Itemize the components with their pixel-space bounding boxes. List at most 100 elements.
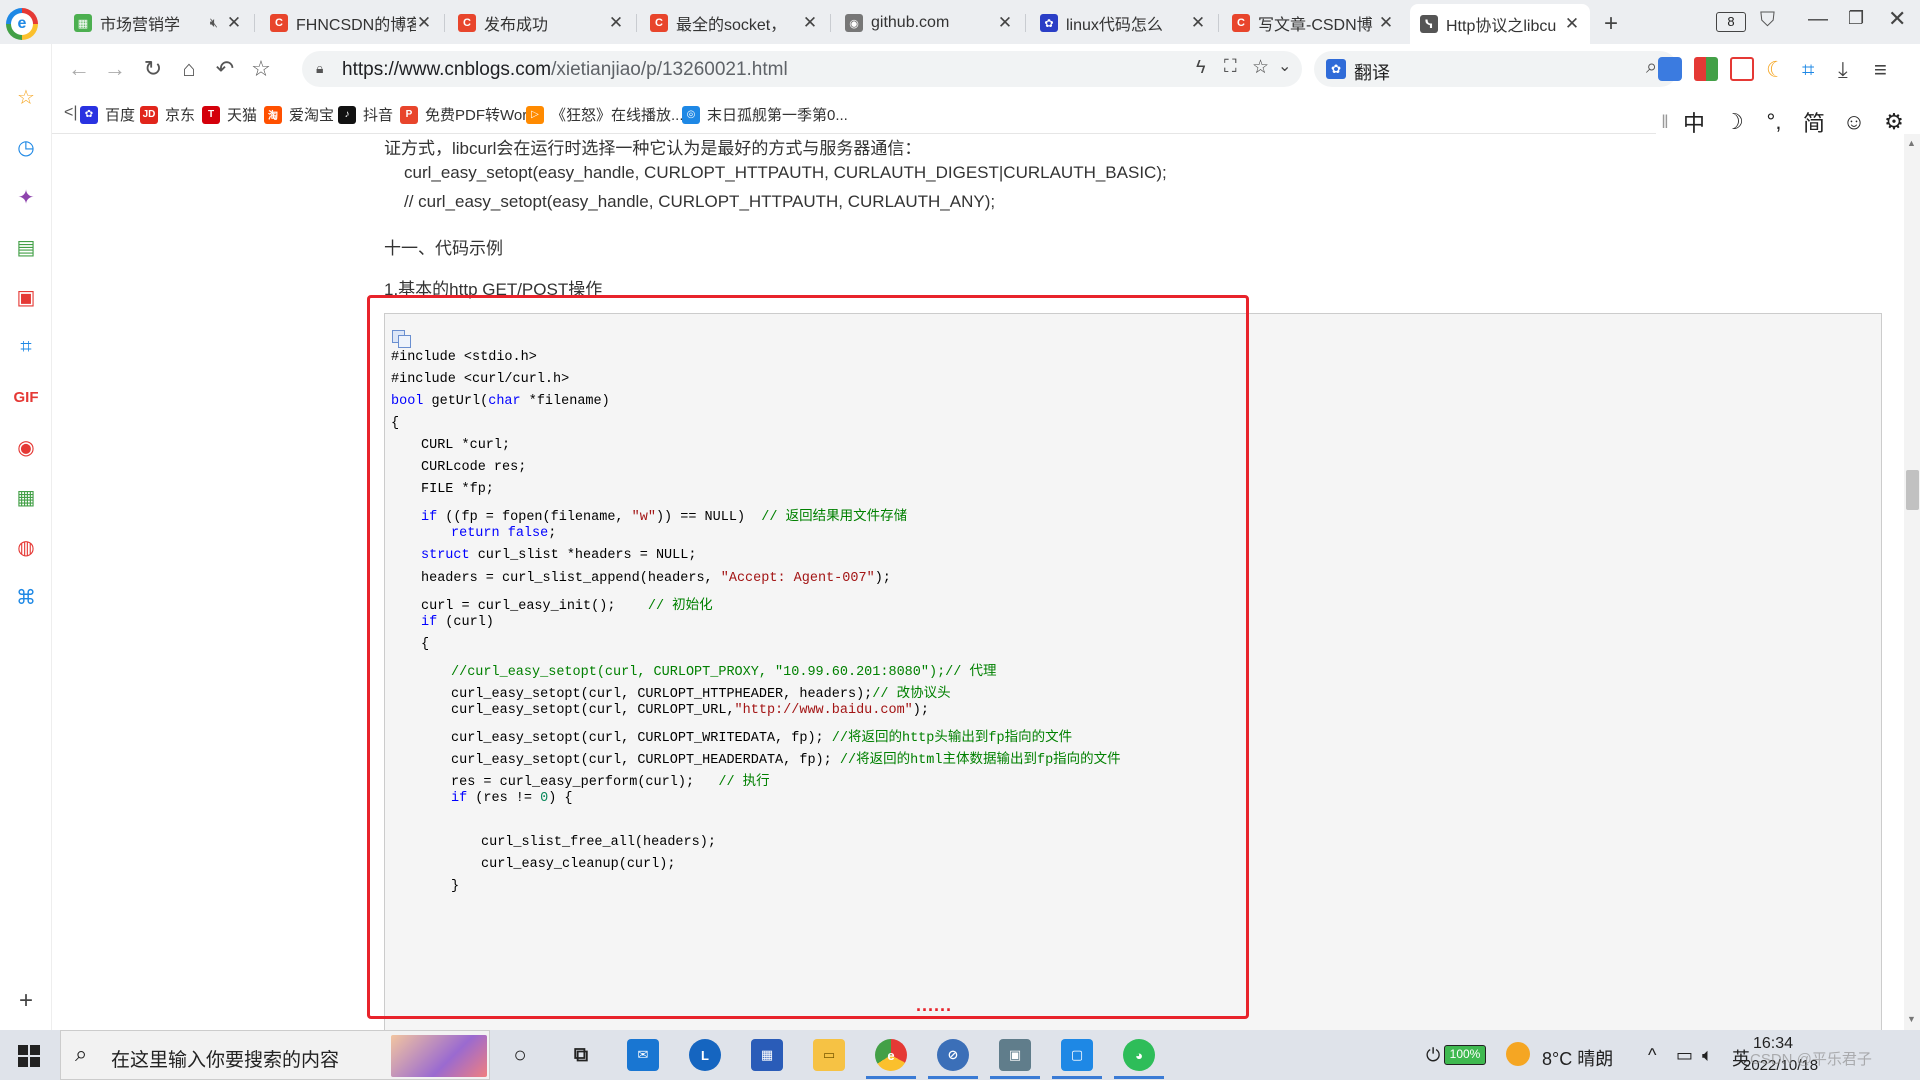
wechat-app-icon[interactable]: ◕ bbox=[1123, 1039, 1155, 1071]
bookmark-label: 末日孤舰第一季第0... bbox=[707, 107, 848, 124]
tab-6[interactable]: C 写文章-CSDN博 ✕ bbox=[1222, 6, 1404, 40]
bookmark-icon: JD bbox=[140, 105, 158, 124]
scroll-up-arrow[interactable]: ▲ bbox=[1907, 138, 1916, 148]
tab-close-icon[interactable]: ✕ bbox=[1564, 14, 1580, 34]
taskbar-search[interactable]: ⌕ 在这里输入你要搜索的内容 bbox=[60, 1030, 490, 1080]
mail-app-icon[interactable]: ✉ bbox=[627, 1039, 659, 1071]
weather-icon[interactable] bbox=[1506, 1042, 1530, 1066]
pdf-icon[interactable] bbox=[1730, 57, 1754, 81]
tab-5[interactable]: ✿ linux代码怎么 ✕ bbox=[1030, 6, 1216, 40]
screenshot-icon[interactable]: ⛶ bbox=[1224, 56, 1237, 77]
windows-start-icon[interactable] bbox=[18, 1045, 40, 1067]
translate-search-box[interactable]: ✿ 翻译 ⌕ bbox=[1314, 51, 1678, 87]
tab-close-icon[interactable]: ✕ bbox=[608, 13, 624, 33]
notes-icon[interactable]: ▤ bbox=[13, 234, 39, 260]
mute-icon[interactable]: 🔇︎ bbox=[210, 15, 218, 31]
history-icon[interactable]: ◷ bbox=[13, 134, 39, 160]
bookmark-label: 百度 bbox=[105, 107, 136, 124]
tab-4[interactable]: ◉ github.com ✕ bbox=[835, 6, 1023, 40]
translate-ext-icon[interactable] bbox=[1658, 57, 1682, 81]
tab-3[interactable]: C 最全的socket， ✕ bbox=[640, 6, 828, 40]
tab-close-icon[interactable]: ✕ bbox=[226, 13, 242, 33]
sidebar-toggle-icon[interactable]: <| bbox=[64, 104, 78, 122]
bookmark-item[interactable]: JD 京东 bbox=[140, 104, 195, 125]
bookmark-item[interactable]: ▷ 《狂怒》在线播放... bbox=[526, 104, 684, 125]
bookmark-item[interactable]: T 天猫 bbox=[202, 104, 257, 125]
shirt-icon[interactable]: ⛉ bbox=[1760, 9, 1775, 32]
forward-icon[interactable]: → bbox=[102, 56, 128, 82]
ime-settings-icon[interactable]: ⚙ bbox=[1874, 109, 1914, 135]
add-sidebar-icon[interactable]: + bbox=[13, 987, 39, 1014]
chevron-down-icon[interactable]: ⌄ bbox=[1278, 56, 1291, 76]
scan-icon[interactable]: ⌘ bbox=[13, 584, 39, 610]
vm-app-icon[interactable]: ▣ bbox=[999, 1039, 1031, 1071]
cortana-icon[interactable]: ○ bbox=[504, 1039, 536, 1071]
bookmark-star-icon[interactable]: ☆ bbox=[1252, 56, 1269, 79]
tab-favicon-icon: C bbox=[1232, 14, 1250, 32]
browser-logo[interactable]: e bbox=[6, 8, 38, 40]
lenovo-app-icon[interactable]: L bbox=[689, 1039, 721, 1071]
tab-close-icon[interactable]: ✕ bbox=[1190, 13, 1206, 33]
tab-7[interactable]: ᓭ Http协议之libcu ✕ bbox=[1410, 4, 1590, 44]
tab-close-icon[interactable]: ✕ bbox=[802, 13, 818, 33]
search-icon[interactable]: ⌕ bbox=[1646, 56, 1657, 79]
bookmark-item[interactable]: ◎ 末日孤舰第一季第0... bbox=[682, 104, 848, 125]
ime-moon-icon[interactable]: ☽ bbox=[1714, 109, 1754, 135]
weather-text[interactable]: 8°C 晴朗 bbox=[1542, 1045, 1613, 1071]
tab-count-badge[interactable]: 8 bbox=[1716, 12, 1746, 32]
back-icon[interactable]: ← bbox=[66, 56, 92, 82]
volume-icon[interactable]: 🔈︎ bbox=[1702, 1045, 1713, 1066]
pdf-sidebar-icon[interactable]: ▣ bbox=[13, 284, 39, 310]
tab-0[interactable]: ▦ 市场营销学 🔇︎ ✕ bbox=[64, 6, 252, 40]
tab-close-icon[interactable]: ✕ bbox=[1378, 13, 1394, 33]
bug-icon[interactable]: ✦ bbox=[13, 184, 39, 210]
network-icon[interactable]: ▭ bbox=[1676, 1045, 1693, 1066]
store-app-icon[interactable]: ▦ bbox=[751, 1039, 783, 1071]
gif-icon[interactable]: GIF bbox=[13, 384, 39, 410]
address-bar[interactable]: 🔒︎ https://www.cnblogs.com/xietianjiao/p… bbox=[302, 51, 1302, 87]
record-icon[interactable]: ◉ bbox=[13, 434, 39, 460]
tab-separator bbox=[444, 14, 445, 32]
minimize-icon[interactable]: — bbox=[1808, 8, 1828, 31]
task-view-icon[interactable]: ⧉ bbox=[565, 1039, 597, 1071]
qrcode-icon[interactable]: ▦ bbox=[13, 484, 39, 510]
tab-close-icon[interactable]: ✕ bbox=[416, 13, 432, 33]
download-icon[interactable]: ⤓ bbox=[1838, 57, 1862, 82]
tab-close-icon[interactable]: ✕ bbox=[997, 13, 1013, 33]
favorite-icon[interactable]: ☆ bbox=[248, 56, 274, 82]
undo-icon[interactable]: ↶ bbox=[212, 56, 238, 82]
bookmark-item[interactable]: P 免费PDF转Word bbox=[400, 104, 536, 125]
moon-icon[interactable]: ☾ bbox=[1766, 57, 1790, 82]
star-icon[interactable]: ☆ bbox=[13, 84, 39, 110]
bookmark-item[interactable]: 淘爱淘宝 bbox=[264, 104, 334, 125]
browser-app-icon[interactable]: e bbox=[875, 1039, 907, 1071]
tab-2[interactable]: C 发布成功 ✕ bbox=[448, 6, 634, 40]
battery-indicator[interactable]: 100% bbox=[1444, 1045, 1486, 1065]
scroll-down-arrow[interactable]: ▼ bbox=[1907, 1014, 1916, 1024]
vertical-scrollbar[interactable]: ▲ ▼ bbox=[1904, 134, 1920, 1030]
tray-chevron-icon[interactable]: ^ bbox=[1648, 1045, 1656, 1066]
power-plug-icon[interactable]: ⏻ bbox=[1426, 1045, 1440, 1066]
weibo-icon[interactable]: ◍ bbox=[13, 534, 39, 560]
explorer-app-icon[interactable]: ▭ bbox=[813, 1039, 845, 1071]
close-window-icon[interactable]: ✕ bbox=[1888, 6, 1906, 32]
home-icon[interactable]: ⌂ bbox=[176, 56, 202, 82]
bookmark-item[interactable]: ✿ 百度 bbox=[80, 104, 135, 125]
menu-icon[interactable]: ≡ bbox=[1874, 57, 1898, 82]
ime-emoji-icon[interactable]: ☺ bbox=[1834, 109, 1874, 135]
tab-separator bbox=[1218, 14, 1219, 32]
new-tab-button[interactable]: + bbox=[1604, 10, 1618, 38]
crop-sidebar-icon[interactable]: ⌗ bbox=[13, 334, 39, 360]
tab-1[interactable]: C FHNCSDN的博客 ✕ bbox=[260, 6, 442, 40]
vs-app-icon[interactable]: ⊘ bbox=[937, 1039, 969, 1071]
scroll-thumb[interactable] bbox=[1906, 470, 1919, 510]
reload-icon[interactable]: ↻ bbox=[140, 56, 166, 82]
ime-punctuation-icon[interactable]: °, bbox=[1754, 109, 1794, 135]
restore-icon[interactable]: ❐ bbox=[1848, 8, 1864, 29]
crop-icon[interactable]: ⌗ bbox=[1802, 57, 1826, 82]
apps-grid-icon[interactable] bbox=[1694, 57, 1718, 81]
lightning-icon[interactable]: ϟ bbox=[1196, 57, 1206, 78]
ime-grip[interactable]: ‖ bbox=[1656, 112, 1674, 133]
bookmark-item[interactable]: ♪ 抖音 bbox=[338, 104, 393, 125]
vmware-app-icon[interactable]: ▢ bbox=[1061, 1039, 1093, 1071]
